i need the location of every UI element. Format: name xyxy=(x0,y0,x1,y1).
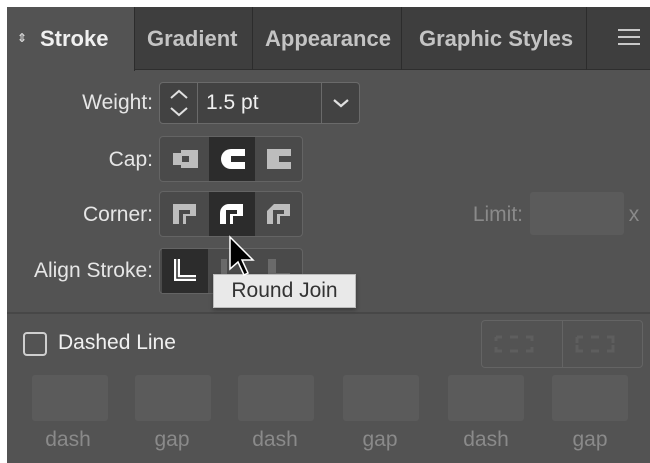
tooltip: Round Join xyxy=(213,274,356,308)
stroke-panel: ⇕ Stroke Gradient Appearance Graphic Sty… xyxy=(7,7,650,463)
weight-value[interactable]: 1.5 pt xyxy=(206,91,259,115)
corner-buttons xyxy=(159,191,303,237)
bevel-join-button[interactable] xyxy=(256,192,302,236)
dash-field-3[interactable] xyxy=(448,375,524,421)
gap-label-3: gap xyxy=(572,428,608,451)
round-join-button[interactable] xyxy=(209,192,255,236)
gap-field-2[interactable] xyxy=(343,375,419,421)
dash-field-1[interactable] xyxy=(32,375,108,421)
projecting-cap-icon xyxy=(267,149,291,169)
butt-cap-button[interactable] xyxy=(162,137,208,181)
dash-field-2[interactable] xyxy=(238,375,314,421)
corner-label: Corner: xyxy=(82,203,153,226)
panel-menu-icon[interactable] xyxy=(618,29,640,47)
dash-label-3: dash xyxy=(463,428,509,451)
stepper-arrows-icon[interactable] xyxy=(160,83,198,123)
tab-bar: ⇕ Stroke Gradient Appearance Graphic Sty… xyxy=(7,7,650,71)
limit-suffix: x xyxy=(628,203,640,226)
round-join-icon xyxy=(220,204,243,224)
round-cap-button[interactable] xyxy=(209,137,255,181)
miter-join-button[interactable] xyxy=(162,192,208,236)
dash-label-1: dash xyxy=(45,428,91,451)
dashed-line-checkbox[interactable] xyxy=(23,332,47,356)
tab-graphic-styles[interactable]: Graphic Styles xyxy=(402,7,587,70)
tab-label: Gradient xyxy=(147,26,238,51)
weight-field[interactable]: 1.5 pt xyxy=(159,82,360,124)
align-dashes-icon[interactable] xyxy=(563,321,643,367)
projecting-cap-button[interactable] xyxy=(256,137,302,181)
round-cap-icon xyxy=(221,149,245,169)
tab-label: Appearance xyxy=(265,26,391,51)
dash-alignment-buttons xyxy=(481,320,643,368)
collapse-arrows-icon[interactable]: ⇕ xyxy=(17,7,27,70)
bevel-join-icon xyxy=(267,204,290,224)
cap-label: Cap: xyxy=(108,148,153,171)
limit-label: Limit: xyxy=(472,203,523,226)
weight-stepper[interactable] xyxy=(160,83,198,123)
gap-label-2: gap xyxy=(362,428,398,451)
gap-field-1[interactable] xyxy=(135,375,211,421)
tab-stroke[interactable]: ⇕ Stroke xyxy=(7,7,135,71)
align-center-icon xyxy=(174,259,196,281)
tab-appearance[interactable]: Appearance xyxy=(253,7,402,70)
align-center-button[interactable] xyxy=(162,249,208,293)
gap-label-1: gap xyxy=(154,428,190,451)
section-divider xyxy=(7,312,650,314)
weight-label: Weight: xyxy=(82,91,153,114)
gap-field-3[interactable] xyxy=(552,375,628,421)
tab-label: Graphic Styles xyxy=(419,26,574,51)
tab-label: Stroke xyxy=(40,26,109,51)
preserve-dash-icon[interactable] xyxy=(482,321,562,367)
dash-label-2: dash xyxy=(252,428,298,451)
tab-gradient[interactable]: Gradient xyxy=(135,7,253,70)
miter-join-icon xyxy=(173,204,196,224)
chevron-down-icon[interactable] xyxy=(322,83,360,123)
align-stroke-label: Align Stroke: xyxy=(33,259,153,282)
butt-cap-icon xyxy=(173,150,198,168)
mouse-cursor-icon xyxy=(229,235,255,277)
weight-dropdown[interactable] xyxy=(321,83,359,123)
dashed-line-label[interactable]: Dashed Line xyxy=(58,331,176,355)
cap-buttons xyxy=(159,136,303,182)
limit-input[interactable] xyxy=(530,192,624,235)
